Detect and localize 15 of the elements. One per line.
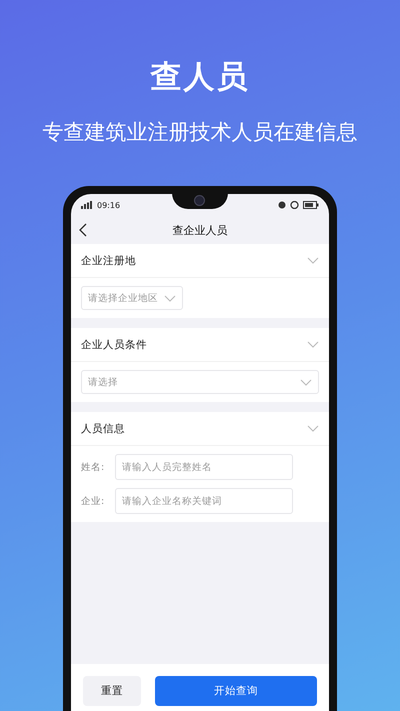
section-title: 人员信息	[81, 422, 125, 436]
screen-title: 查企业人员	[172, 222, 228, 238]
section-title: 企业注册地	[81, 254, 136, 268]
section-title: 企业人员条件	[81, 338, 147, 352]
text-field[interactable]: 请输入企业名称关键词	[115, 488, 293, 514]
field-label: 姓名:	[81, 460, 106, 474]
status-time: 09:16	[97, 200, 120, 210]
dropdown-field[interactable]: 请选择	[81, 370, 319, 394]
search-button[interactable]: 开始查询	[155, 676, 317, 706]
reset-button[interactable]: 重置	[83, 676, 141, 706]
field-label: 企业:	[81, 494, 106, 508]
dropdown-field[interactable]: 请选择企业地区	[81, 286, 183, 310]
page-subtitle: 专查建筑业注册技术人员在建信息	[42, 119, 358, 146]
page-title: 查人员	[150, 58, 250, 97]
text-field[interactable]: 请输入人员完整姓名	[115, 454, 293, 480]
